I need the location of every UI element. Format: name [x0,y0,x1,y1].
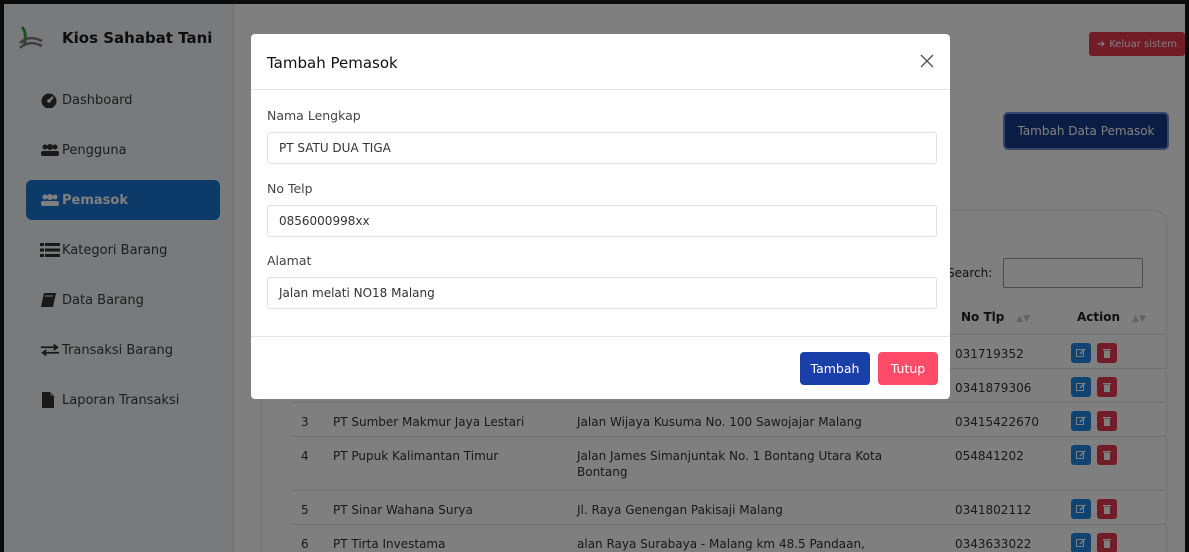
modal-title: Tambah Pemasok [267,54,398,72]
app-window: Kios Sahabat Tani Dashboard Pengguna Pem… [4,4,1185,552]
submit-button[interactable]: Tambah [800,352,870,385]
nama-lengkap-input[interactable]: PT SATU DUA TIGA [267,132,937,164]
nama-lengkap-label: Nama Lengkap [267,108,361,123]
modal-header: Tambah Pemasok [251,34,950,90]
alamat-label: Alamat [267,253,312,268]
close-icon[interactable] [918,52,936,70]
no-telp-label: No Telp [267,181,313,196]
no-telp-input[interactable]: 0856000998xx [267,205,937,237]
close-button[interactable]: Tutup [878,352,938,385]
modal-footer-divider [251,336,950,337]
alamat-input[interactable]: Jalan melati NO18 Malang [267,277,937,309]
add-supplier-modal: Tambah Pemasok Nama Lengkap PT SATU DUA … [251,34,950,399]
